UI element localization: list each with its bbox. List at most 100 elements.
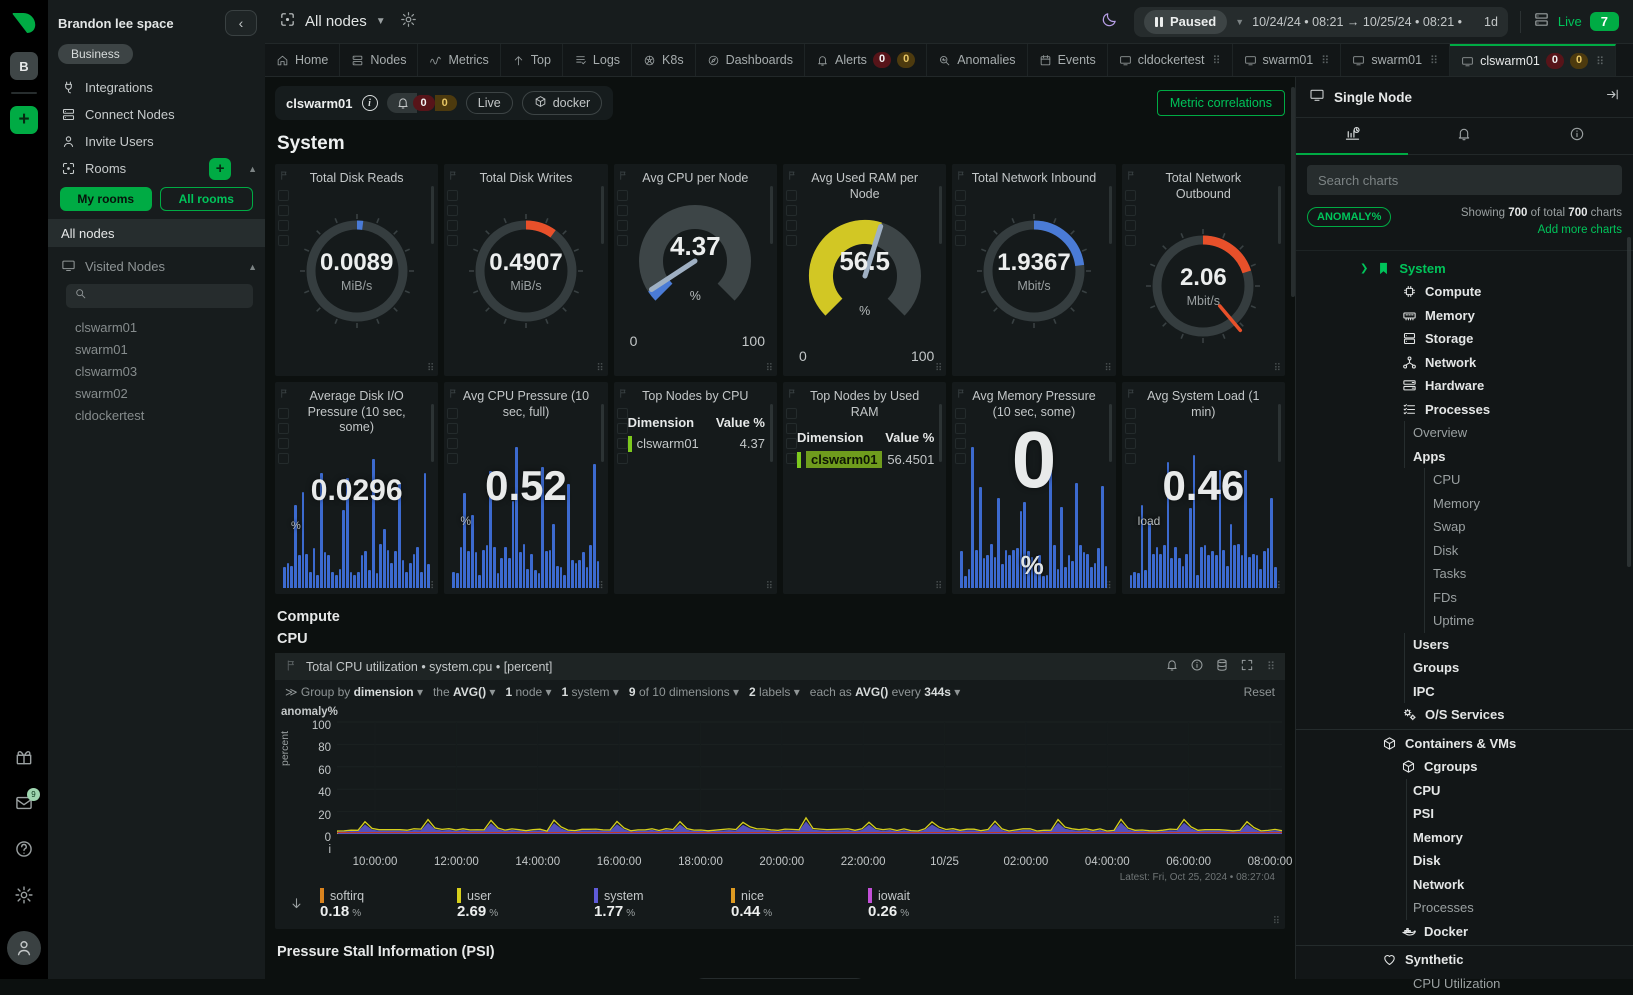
tile-top-nodes-by-cpu[interactable]: ⠿Top Nodes by CPUDimensionValue %clswarm… [614,382,777,594]
chart-menu-uptime[interactable]: Uptime [1296,609,1633,633]
legend-item-system[interactable]: system1.77% [594,888,731,921]
chart-info-icon[interactable] [1190,658,1204,675]
room-settings-icon[interactable] [400,11,417,33]
chart-resize-handle[interactable]: ⠿ [1273,916,1280,927]
tile-total-network-inbound[interactable]: ⠿Total Network Inbound1.9367Mbit/s [952,164,1115,376]
table-row[interactable]: clswarm014.37 [628,436,765,452]
tile-avg-cpu-pressure-10-sec-full-[interactable]: ⠿Avg CPU Pressure (10 sec, full)0.52% [444,382,607,594]
chart-menu-psi[interactable]: PSI [1296,802,1633,826]
room-selector[interactable]: All nodes [305,13,367,30]
visited-nodes-header[interactable]: Visited Nodes ▲ [48,253,265,280]
tab-events[interactable]: Events [1028,44,1108,76]
chart-menu-memory[interactable]: Memory [1296,826,1633,850]
chart-fullscreen-icon[interactable] [1240,658,1254,675]
node-live-pill[interactable]: Live [466,92,513,114]
visited-node-item[interactable]: swarm01 [48,338,265,360]
visited-node-item[interactable]: clswarm03 [48,360,265,382]
tab-home[interactable]: Home [265,44,340,76]
chart-menu-disk[interactable]: Disk [1296,849,1633,873]
tab-metrics[interactable]: Metrics [418,44,500,76]
tab-drag-handle[interactable]: ⠿ [1596,55,1604,68]
metric-correlations-button[interactable]: Metric correlations [1157,90,1285,116]
chart-menu-memory[interactable]: Memory [1296,492,1633,516]
visited-nodes-search-input[interactable] [93,288,245,304]
right-sidebar-scrollbar[interactable] [1627,237,1631,567]
sort-arrow-icon[interactable] [289,896,304,916]
tile-resize-handle[interactable]: ⠿ [427,363,434,374]
chart-reset-button[interactable]: Reset [1244,685,1275,699]
chart-menu-cpu[interactable]: CPU [1296,779,1633,803]
tile-avg-memory-pressure-10-sec-some-[interactable]: ⠿Avg Memory Pressure (10 sec, some)0% [952,382,1115,594]
chart-alerts-icon[interactable] [1165,658,1179,675]
tile-avg-cpu-per-node[interactable]: ⠿Avg CPU per Node4.37%0100 [614,164,777,376]
tab-alerts[interactable]: Alerts00 [805,44,927,76]
tile-average-disk-i-o-pressure-10-sec-some-[interactable]: ⠿Average Disk I/O Pressure (10 sec, some… [275,382,438,594]
tile-resize-handle[interactable]: ⠿ [596,363,603,374]
tab-k8s[interactable]: K8s [632,44,696,76]
add-more-charts-link[interactable]: Add more charts [1538,224,1622,236]
sidebar-collapse-button[interactable]: ‹ [225,10,257,36]
mail-icon[interactable]: 9 [14,793,34,818]
sidebar-item-connect-nodes[interactable]: Connect Nodes [48,101,265,128]
chart-menu-network[interactable]: Network [1296,873,1633,897]
live-count-badge[interactable]: 7 [1590,12,1619,31]
tab-node-swarm01[interactable]: swarm01⠿ [1233,44,1342,76]
range-duration[interactable]: 1d [1484,15,1498,29]
toolbar-value[interactable]: dimension [354,685,414,699]
chart-menu-synthetic[interactable]: Synthetic [1296,948,1633,972]
tab-alerts[interactable] [1408,118,1520,154]
add-workspace-button[interactable]: + [10,106,38,134]
tab-drag-handle[interactable]: ⠿ [1321,54,1329,67]
toolbar-value[interactable]: 344s [924,685,951,699]
date-range[interactable]: 10/24/24 • 08:21 → 10/25/24 • 08:21 • [1252,15,1462,29]
user-avatar[interactable] [7,931,41,965]
settings-gear-icon[interactable] [14,885,34,910]
my-rooms-button[interactable]: My rooms [60,187,152,211]
chart-menu-docker[interactable]: Docker [1296,920,1633,944]
chart-menu-containers-vms[interactable]: Containers & VMs [1296,732,1633,756]
chart-menu-overview[interactable]: Overview [1296,421,1633,445]
chart-menu-memory[interactable]: Memory [1296,304,1633,328]
chart-menu-groups[interactable]: Groups [1296,656,1633,680]
sidebar-room-all-nodes[interactable]: All nodes [48,219,265,247]
tile-resize-handle[interactable]: ⠿ [935,581,942,592]
legend-item-nice[interactable]: nice0.44% [731,888,868,921]
chart-menu-cpu[interactable]: CPU [1296,468,1633,492]
all-rooms-button[interactable]: All rooms [160,187,254,211]
visited-node-item[interactable]: clswarm01 [48,316,265,338]
tab-info[interactable] [1521,118,1633,154]
paused-button[interactable]: Paused [1144,10,1227,34]
add-room-button[interactable]: + [209,158,231,180]
collapse-panel-icon[interactable] [1605,87,1620,107]
tab-node-cldockertest[interactable]: cldockertest⠿ [1108,44,1233,76]
cpu-plot-area[interactable]: anomaly% 100806040200i percent [275,706,1277,856]
node-alerts[interactable]: 0 0 [387,93,457,113]
night-mode-icon[interactable] [1101,11,1118,33]
chart-menu-users[interactable]: Users [1296,633,1633,657]
tab-logs[interactable]: Logs [563,44,632,76]
tab-nodes[interactable]: Nodes [340,44,418,76]
tile-resize-handle[interactable]: ⠿ [766,363,773,374]
chart-menu-system[interactable]: ❯System [1296,257,1633,281]
chart-menu-swap[interactable]: Swap [1296,515,1633,539]
chevron-up-icon[interactable]: ▲ [248,164,257,174]
tab-drag-handle[interactable]: ⠿ [1430,54,1438,67]
chart-data-icon[interactable] [1215,658,1229,675]
legend-item-softirq[interactable]: softirq0.18% [320,888,457,921]
tile-top-nodes-by-used-ram[interactable]: ⠿Top Nodes by Used RAMDimensionValue %cl… [783,382,946,594]
visited-node-item[interactable]: cldockertest [48,404,265,426]
tile-total-network-outbound[interactable]: ⠿Total Network Outbound2.06Mbit/s [1122,164,1285,376]
tile-avg-used-ram-per-node[interactable]: ⠿Avg Used RAM per Node56.5%0100 [783,164,946,376]
paused-caret-icon[interactable]: ▼ [1235,17,1244,27]
tab-dashboards[interactable]: Dashboards [696,44,805,76]
toolbar-value[interactable]: 9 [629,685,636,699]
tab-node-clswarm01[interactable]: clswarm0100⠿ [1450,44,1616,76]
legend-item-user[interactable]: user2.69% [457,888,594,921]
chevron-right-icon[interactable]: ❯ [1360,263,1368,274]
tab-anomalies[interactable]: Anomalies [927,44,1027,76]
node-docker-pill[interactable]: docker [522,91,603,115]
node-name[interactable]: clswarm01 [286,96,353,111]
help-icon[interactable] [14,839,34,864]
tile-resize-handle[interactable]: ⠿ [766,581,773,592]
anomaly-toggle-badge[interactable]: ANOMALY% [1307,207,1391,227]
